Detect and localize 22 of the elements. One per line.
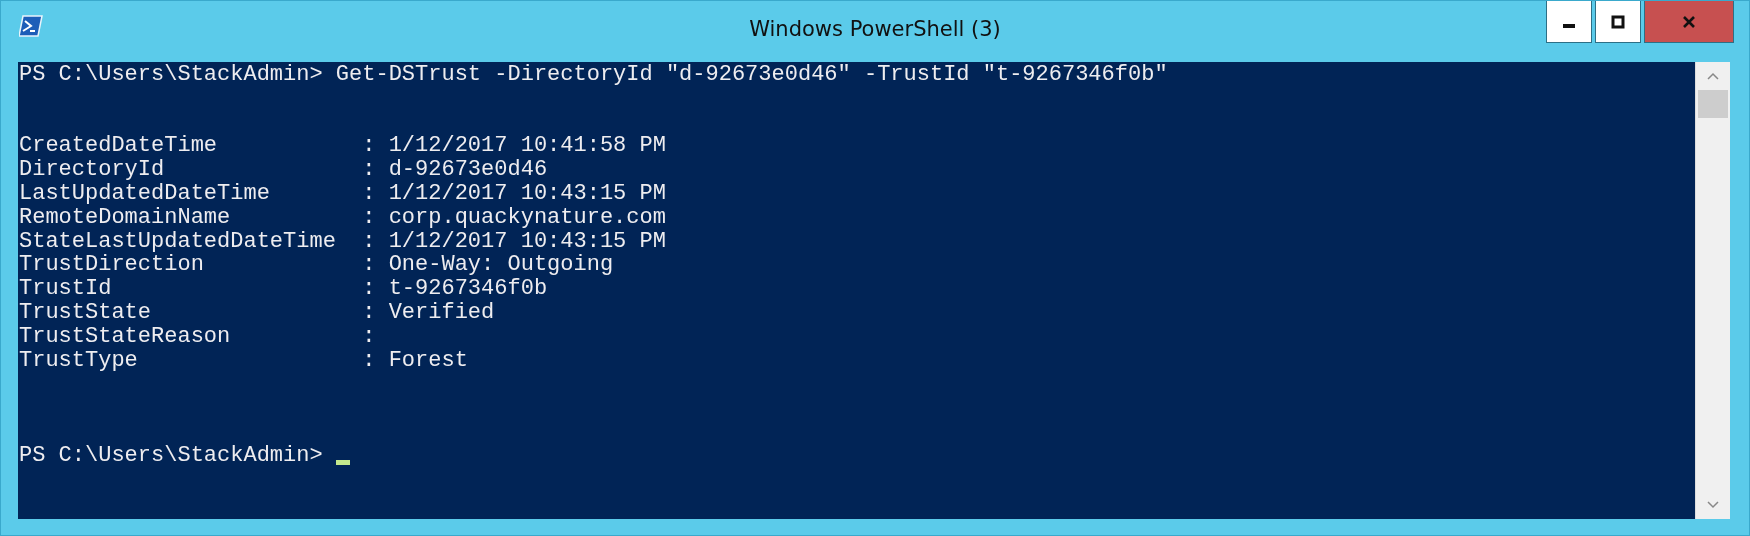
output-line: TrustStateReason :: [19, 324, 376, 349]
maximize-button[interactable]: [1595, 1, 1641, 43]
output-line: CreatedDateTime : 1/12/2017 10:41:58 PM: [19, 134, 666, 159]
window-title: Windows PowerShell (3): [749, 17, 1001, 41]
scrollbar[interactable]: [1695, 62, 1730, 519]
output-line: StateLastUpdatedDateTime : 1/12/2017 10:43:15 PM: [19, 229, 666, 254]
minimize-icon: [1563, 23, 1575, 28]
output-line: TrustDirection : One-Way: Outgoing: [19, 253, 614, 278]
output-line: DirectoryId : d-92673e0d46: [19, 158, 548, 182]
output-line: LastUpdatedDateTime : 1/12/2017 10:43:15 PM: [19, 182, 666, 206]
prompt-text: PS C:\Users\StackAdmin>: [19, 443, 324, 468]
scroll-thumb[interactable]: [1698, 90, 1728, 118]
maximize-icon: [1611, 14, 1625, 29]
output-line: TrustState : Verified: [19, 300, 495, 325]
output-line: RemoteDomainName : corp.quackynature.com: [19, 205, 666, 230]
text-cursor: [335, 459, 350, 465]
command-line: PS C:\Users\StackAdmin> Get-DSTrust -DirectoryId "d-92673e0d46" -TrustId "t-9267346f0b": [19, 63, 1168, 87]
close-icon: [1682, 14, 1696, 29]
output-line: TrustType : Forest: [19, 348, 468, 373]
output-line: TrustId : t-9267346f0b: [19, 277, 548, 301]
minimize-button[interactable]: [1546, 1, 1592, 43]
powershell-icon: [19, 15, 43, 37]
